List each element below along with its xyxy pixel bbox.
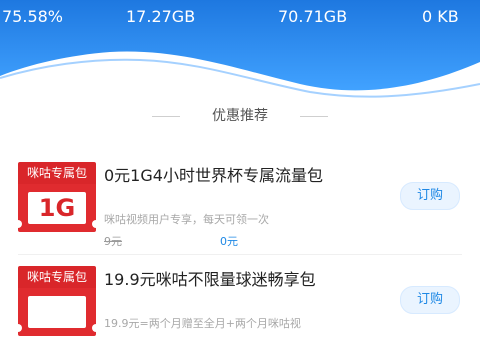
coupon-badge: 咪咕专属包 1G (14, 162, 100, 242)
order-button[interactable]: 订购 (400, 182, 460, 210)
offer-old-price: 9元 (104, 235, 122, 248)
coupon-badge-amount: 1G (28, 192, 86, 224)
offer-desc: 19.9元=两个月赠至全月+两个月咪咕视 (104, 317, 301, 330)
stat-total: 70.71GB (278, 7, 348, 26)
coupon-badge-label: 咪咕专属包 (18, 266, 96, 288)
coupon-badge-label: 咪咕专属包 (18, 162, 96, 184)
offer-item: 咪咕专属包 1G 0元1G4小时世界杯专属流量包 咪咕视频用户专享，每天可领一次… (0, 154, 480, 255)
coupon-badge-amount (28, 296, 86, 328)
section-title: 优惠推荐 (212, 108, 268, 124)
offer-desc: 咪咕视频用户专享，每天可领一次 (104, 213, 269, 226)
header: 75.58% 17.27GB 70.71GB 0 KB (0, 0, 480, 100)
offer-divider (18, 254, 462, 255)
stat-other: 0 KB (422, 7, 459, 26)
stats-row: 75.58% 17.27GB 70.71GB 0 KB (0, 6, 480, 28)
offer-title: 19.9元咪咕不限量球迷畅享包 (104, 270, 316, 289)
coupon-notch-left (14, 220, 22, 228)
coupon-notch-right (92, 220, 100, 228)
coupon-badge-body (14, 288, 100, 336)
coupon-badge-body: 1G (14, 184, 100, 232)
offer-title: 0元1G4小时世界杯专属流量包 (104, 166, 323, 185)
section-dash-right (300, 116, 328, 117)
coupon-notch-left (14, 324, 22, 332)
order-button[interactable]: 订购 (400, 286, 460, 314)
offer-new-price: 0元 (220, 235, 238, 248)
stat-used: 17.27GB (126, 7, 196, 26)
coupon-notch-right (92, 324, 100, 332)
coupon-badge: 咪咕专属包 (14, 266, 100, 346)
stat-percent: 75.58% (2, 7, 64, 26)
offer-item: 咪咕专属包 19.9元咪咕不限量球迷畅享包 19.9元=两个月赠至全月+两个月咪… (0, 258, 480, 358)
